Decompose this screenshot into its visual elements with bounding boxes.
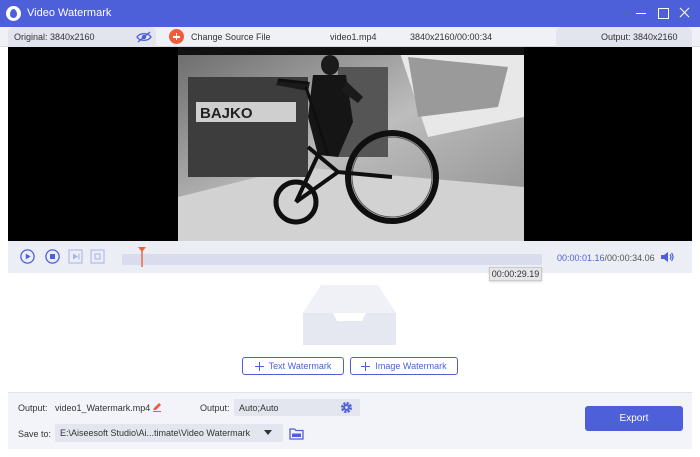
text-watermark-label: Text Watermark	[268, 361, 332, 371]
chevron-down-icon[interactable]	[264, 430, 272, 435]
minimize-button[interactable]	[633, 5, 649, 21]
save-to-label: Save to:	[18, 429, 52, 439]
export-button[interactable]: Export	[585, 406, 683, 431]
eye-icon[interactable]	[136, 31, 152, 43]
format-label: Output:	[200, 403, 230, 413]
play-icon[interactable]	[20, 249, 35, 264]
close-button[interactable]	[677, 5, 693, 21]
video-preview[interactable]: BAJKO	[8, 47, 692, 241]
title-bar: Video Watermark	[0, 0, 700, 27]
plus-icon	[361, 361, 371, 371]
app-logo-icon	[6, 6, 21, 21]
resolution-duration: 3840x2160/00:00:34	[410, 32, 493, 42]
image-watermark-label: Image Watermark	[375, 361, 447, 371]
original-tab: Original: 3840x2160	[8, 27, 156, 47]
folder-icon[interactable]	[289, 427, 304, 440]
window-title: Video Watermark	[27, 7, 112, 19]
playhead-marker[interactable]	[138, 247, 146, 267]
add-text-watermark-button[interactable]: Text Watermark	[242, 357, 344, 375]
add-icon[interactable]	[169, 29, 184, 44]
current-time: 00:00:01.16	[557, 253, 605, 263]
output-format-value: Auto;Auto	[239, 403, 279, 413]
gear-icon[interactable]	[340, 401, 353, 414]
save-to-path-select[interactable]: E:\Aiseesoft Studio\Ai...timate\Video Wa…	[55, 424, 283, 442]
maximize-button[interactable]	[655, 5, 671, 21]
total-time: /00:00:34.06	[604, 253, 655, 263]
save-to-path: E:\Aiseesoft Studio\Ai...timate\Video Wa…	[60, 428, 251, 438]
output-resolution-label: Output: 3840x2160	[601, 32, 678, 42]
output-tab: Output: 3840x2160	[556, 27, 692, 47]
playback-controls: 00:00:01.16/00:00:34.06	[8, 241, 692, 273]
add-image-watermark-button[interactable]: Image Watermark	[350, 357, 458, 375]
time-display: 00:00:01.16/00:00:34.06	[557, 253, 655, 263]
output-filename: video1_Watermark.mp4	[55, 403, 151, 413]
svg-text:BAJKO: BAJKO	[200, 105, 253, 122]
next-frame-icon[interactable]	[90, 249, 105, 264]
original-resolution-label: Original: 3840x2160	[14, 32, 95, 42]
file-name: video1.mp4	[330, 32, 377, 42]
stop-icon[interactable]	[45, 249, 60, 264]
video-frame-image: BAJKO	[178, 47, 524, 241]
prev-frame-icon[interactable]	[68, 249, 83, 264]
info-bar: Original: 3840x2160 Change Source File v…	[0, 27, 700, 47]
volume-icon[interactable]	[660, 251, 674, 263]
edit-icon[interactable]	[152, 402, 162, 412]
plus-icon	[254, 361, 264, 371]
change-source-button[interactable]: Change Source File	[191, 32, 271, 42]
output-label: Output:	[18, 403, 48, 413]
empty-tray-icon	[303, 285, 396, 345]
timeline-track[interactable]	[122, 254, 542, 265]
hover-time-tooltip: 00:00:29.19	[489, 267, 542, 281]
